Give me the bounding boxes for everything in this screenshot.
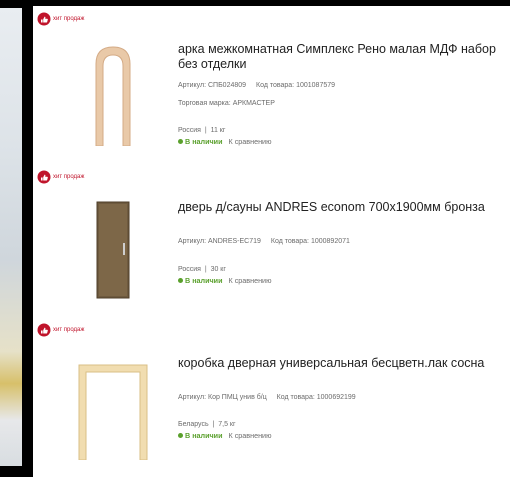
weight: 30 кг (210, 266, 226, 273)
availability-status: В наличии (185, 431, 223, 440)
product-codes: Артикул: СПБ024809 Код товара: 100108757… (178, 82, 335, 89)
arch-image (95, 46, 131, 146)
article-value: СПБ024809 (208, 82, 247, 89)
origin-weight: Россия | 11 кг (178, 127, 225, 134)
product-image[interactable] (58, 200, 168, 300)
article-label: Артикул: (178, 238, 207, 245)
bestseller-label: хит продаж (53, 327, 85, 333)
weight: 11 кг (210, 127, 226, 134)
separator: | (212, 421, 215, 428)
product-image[interactable] (58, 40, 168, 150)
sauna-door-image (96, 201, 130, 299)
weight: 7,5 кг (218, 421, 236, 428)
product-list: хит продаж арка межкомнатная Симплекс Ре… (33, 0, 510, 477)
product-codes: Артикул: Кор ПМЦ унив б/ц Код товара: 10… (178, 394, 356, 401)
compare-link[interactable]: К сравнению (229, 431, 272, 440)
availability-dot-icon (178, 138, 183, 144)
code-value: 1001087579 (296, 82, 336, 89)
product-title[interactable]: дверь д/сауны ANDRES econom 700x1900мм б… (178, 200, 508, 215)
thumbs-up-icon (37, 170, 51, 184)
code-value: 1000892071 (310, 238, 350, 245)
article-value: Кор ПМЦ унив б/ц (208, 394, 267, 401)
availability-dot-icon (178, 277, 183, 283)
product-image[interactable] (58, 362, 168, 462)
door-frame-image (78, 364, 148, 460)
bestseller-label: хит продаж (53, 16, 85, 22)
left-sidebar-image (0, 0, 30, 477)
bestseller-badge: хит продаж (37, 12, 84, 26)
bestseller-label: хит продаж (53, 174, 85, 180)
separator: | (204, 127, 207, 134)
origin-weight: Беларусь | 7,5 кг (178, 421, 236, 428)
article-label: Артикул: (178, 394, 207, 401)
availability-row: В наличии К сравнению (178, 276, 271, 285)
availability-row: В наличии К сравнению (178, 431, 271, 440)
article-value: ANDRES-EC719 (208, 238, 261, 245)
availability-status: В наличии (185, 276, 223, 285)
thumbs-up-icon (37, 12, 51, 26)
code-label: Код товара: (270, 238, 310, 245)
code-label: Код товара: (256, 82, 295, 89)
brand-value: АРКМАСТЕР (232, 100, 275, 107)
country: Россия (178, 266, 201, 273)
compare-link[interactable]: К сравнению (229, 137, 272, 146)
product-title[interactable]: коробка дверная универсальная бесцветн.л… (178, 356, 508, 371)
product-brand: Торговая марка: АРКМАСТЕР (178, 100, 275, 107)
code-value: 1000692199 (316, 394, 356, 401)
brand-label: Торговая марка: (178, 100, 231, 107)
availability-dot-icon (178, 432, 183, 438)
thumbs-up-icon (37, 323, 51, 337)
article-label: Артикул: (178, 82, 207, 89)
availability-row: В наличии К сравнению (178, 137, 271, 146)
bestseller-badge: хит продаж (37, 323, 84, 337)
top-edge (33, 0, 510, 6)
separator: | (204, 266, 207, 273)
product-codes: Артикул: ANDRES-EC719 Код товара: 100089… (178, 238, 350, 245)
product-title[interactable]: арка межкомнатная Симплекс Рено малая МД… (178, 42, 508, 72)
country: Беларусь (178, 421, 209, 428)
country: Россия (178, 127, 201, 134)
origin-weight: Россия | 30 кг (178, 266, 226, 273)
background-photo (0, 8, 22, 466)
compare-link[interactable]: К сравнению (229, 276, 272, 285)
bestseller-badge: хит продаж (37, 170, 84, 184)
availability-status: В наличии (185, 137, 223, 146)
code-label: Код товара: (276, 394, 315, 401)
